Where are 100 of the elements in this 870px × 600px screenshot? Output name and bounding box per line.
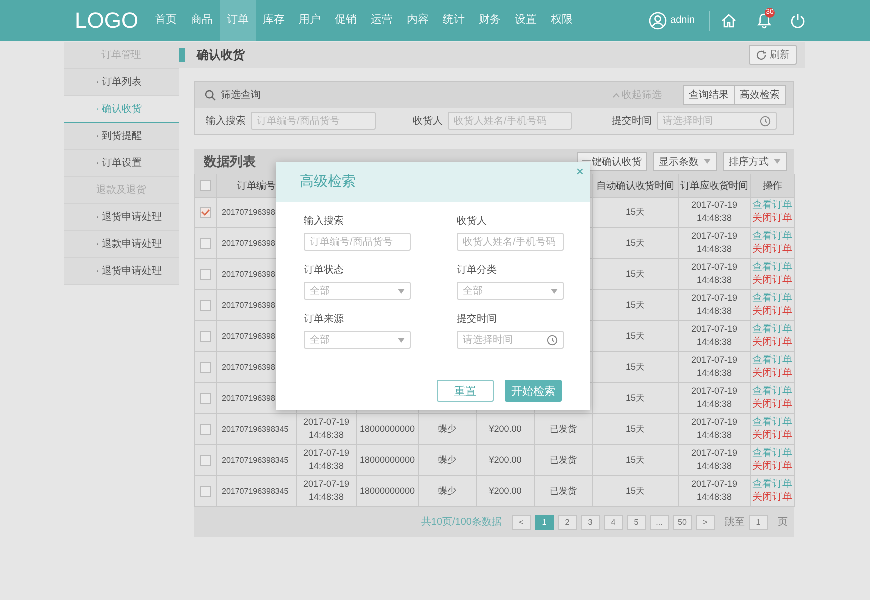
page-button[interactable]: 1 (535, 514, 554, 530)
sidebar-item[interactable]: · 到货提醒 (64, 123, 179, 150)
nav-tab[interactable]: 促销 (328, 0, 364, 41)
page-button[interactable]: 3 (581, 514, 600, 530)
select-field[interactable]: 显示条数 (653, 152, 717, 171)
action-link[interactable]: 关闭订单 (752, 336, 792, 348)
page-input[interactable]: 1 (749, 514, 768, 530)
date-field[interactable]: 请选择时间 (457, 331, 564, 349)
nav-tab[interactable]: 财务 (472, 0, 508, 41)
action-link[interactable]: 关闭订单 (752, 460, 792, 472)
action-link[interactable]: 查看订单 (752, 386, 792, 398)
page-title: 确认收货 (197, 46, 245, 64)
check-icon (201, 208, 210, 216)
table-cell: 2017-07-19 14:48:38 (679, 228, 751, 259)
nav-tab[interactable]: 首页 (148, 0, 184, 41)
page-summary: 共10页/100条数据 (421, 516, 502, 529)
checkbox[interactable] (200, 392, 211, 404)
action-link[interactable]: 查看订单 (752, 354, 792, 366)
page-button[interactable]: 50 (673, 514, 692, 530)
table-cell: 蝶少 (419, 445, 477, 476)
table-cell: 18000000000 (357, 414, 419, 445)
search-button[interactable]: 开始检索 (505, 380, 562, 402)
action-link[interactable]: 关闭订单 (752, 430, 792, 442)
action-link[interactable]: 关闭订单 (752, 368, 792, 380)
field-label: 提交时间 (457, 314, 498, 326)
page-button[interactable]: 4 (604, 514, 623, 530)
dialog-title: 高级检索 (300, 173, 356, 191)
action-link[interactable]: 关闭订单 (752, 306, 792, 318)
sidebar-item[interactable]: · 退货申请处理 (64, 258, 179, 285)
action-link[interactable]: 查看订单 (752, 262, 792, 274)
action-link[interactable]: 关闭订单 (752, 398, 792, 410)
power-icon[interactable] (790, 12, 806, 28)
field-label: 订单分类 (457, 265, 498, 277)
checkbox[interactable] (200, 454, 211, 466)
page-button[interactable]: 5 (627, 514, 646, 530)
field-label: 订单状态 (304, 265, 345, 277)
home-icon[interactable] (721, 12, 737, 28)
table-cell: 2017-07-19 14:48:38 (679, 352, 751, 383)
sidebar-item[interactable]: · 退款申请处理 (64, 231, 179, 258)
table-cell: 2017-07-19 14:48:38 (679, 321, 751, 352)
action-link[interactable]: 查看订单 (752, 230, 792, 242)
nav-tab[interactable]: 订单 (220, 0, 256, 41)
column-header: 订单应收货时间 (679, 174, 751, 198)
nav-tab[interactable]: 库存 (256, 0, 292, 41)
checkbox[interactable] (200, 330, 211, 342)
table-cell: 15天 (593, 383, 679, 414)
page-button[interactable]: ... (650, 514, 669, 530)
action-link[interactable]: 关闭订单 (752, 492, 792, 504)
checkbox[interactable] (200, 362, 211, 372)
clock-icon (547, 334, 558, 346)
table-cell: 2017-07-19 14:48:38 (297, 445, 357, 476)
checkbox[interactable] (200, 180, 211, 191)
nav-tab[interactable]: 设置 (508, 0, 544, 41)
user-name[interactable]: adnin (670, 15, 695, 26)
nav-tab[interactable]: 内容 (400, 0, 436, 41)
page-button[interactable]: 2 (558, 514, 577, 530)
action-link[interactable]: 关闭订单 (752, 274, 792, 286)
action-link[interactable]: 查看订单 (752, 416, 792, 428)
checkbox[interactable] (200, 486, 211, 496)
jump-label: 跳至 (725, 516, 745, 529)
table-cell: 2017-07-19 14:48:38 (679, 445, 751, 476)
select-field[interactable]: 排序方式 (723, 152, 787, 171)
checkbox[interactable] (200, 268, 211, 280)
table-cell: 15天 (593, 321, 679, 352)
filter-button[interactable]: 查询结果 (683, 85, 735, 105)
next-page-button[interactable]: > (696, 514, 715, 530)
nav-tab[interactable]: 统计 (436, 0, 472, 41)
action-link[interactable]: 查看订单 (752, 200, 792, 212)
checkbox[interactable] (200, 206, 211, 218)
nav-tab[interactable]: 运营 (364, 0, 400, 41)
action-link[interactable]: 查看订单 (752, 292, 792, 304)
action-link[interactable]: 关闭订单 (752, 244, 792, 256)
nav-tab[interactable]: 权限 (544, 0, 580, 41)
select-field[interactable]: 全部 (457, 282, 564, 300)
select-field[interactable]: 全部 (304, 282, 411, 300)
prev-page-button[interactable]: < (512, 514, 531, 530)
refresh-button[interactable]: 刷新 (749, 45, 797, 65)
caret-icon (774, 159, 781, 164)
bell-icon[interactable] (757, 12, 772, 28)
list-title: 数据列表 (204, 152, 256, 170)
sidebar-item[interactable]: · 订单设置 (64, 150, 179, 177)
user-icon[interactable] (648, 12, 667, 30)
input-field[interactable]: 收货人姓名/手机号码 (457, 233, 564, 251)
checkbox[interactable] (200, 300, 211, 310)
table-cell: 15天 (593, 290, 679, 321)
nav-tab[interactable]: 商品 (184, 0, 220, 41)
nav-tab[interactable]: 用户 (292, 0, 328, 41)
checkbox[interactable] (200, 238, 211, 248)
filter-button[interactable]: 高效检索 (735, 85, 786, 105)
sidebar-item[interactable]: · 退货申请处理 (64, 204, 179, 231)
action-link[interactable]: 查看订单 (752, 478, 792, 490)
sidebar-item[interactable]: · 确认收货 (64, 96, 179, 123)
select-field[interactable]: 全部 (304, 331, 411, 349)
table-cell: 已发货 (535, 445, 593, 476)
action-link[interactable]: 查看订单 (752, 324, 792, 336)
action-link[interactable]: 查看订单 (752, 448, 792, 460)
table-cell: 2017-07-19 14:48:38 (679, 414, 751, 445)
checkbox[interactable] (200, 424, 211, 434)
action-link[interactable]: 关闭订单 (752, 212, 792, 224)
reset-button[interactable]: 重置 (437, 380, 494, 402)
